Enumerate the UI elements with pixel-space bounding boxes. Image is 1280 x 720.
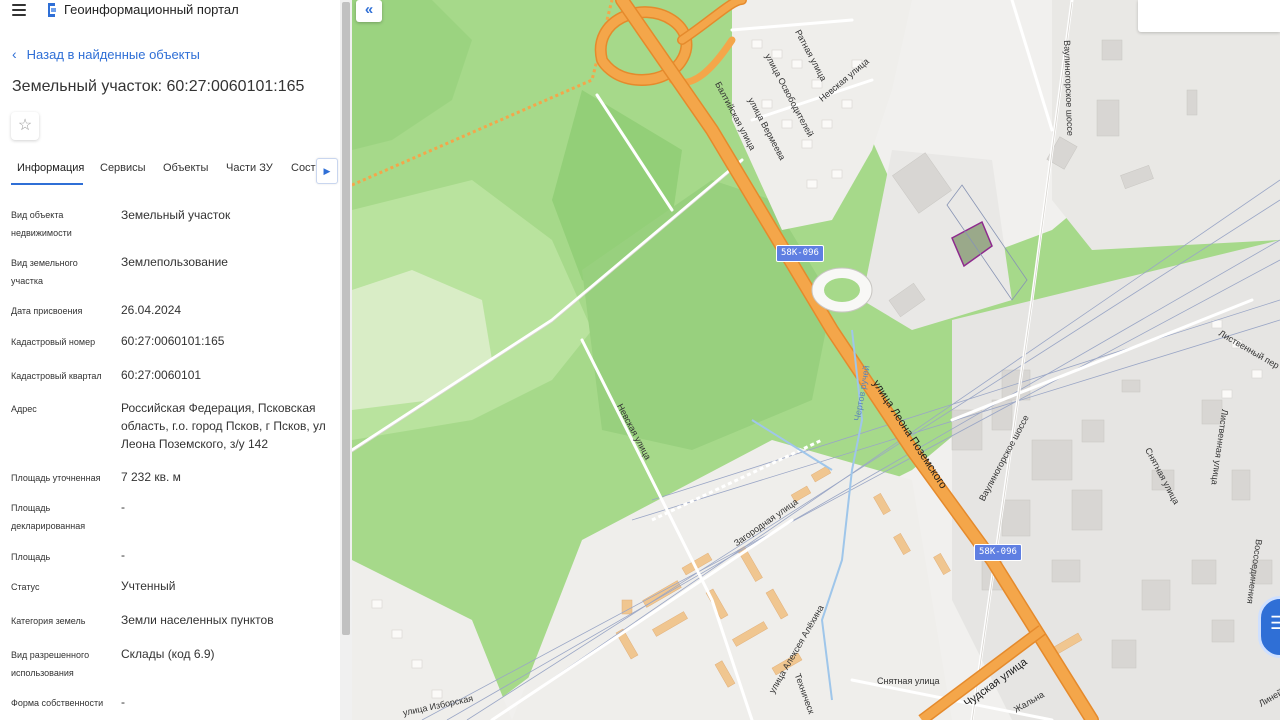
attr-label-assign-date: Дата присвоения — [11, 306, 83, 316]
chat-glyph: ☰ — [1270, 613, 1280, 633]
info-tabs: Информация Сервисы Объекты Части ЗУ Сост… — [0, 154, 340, 186]
chevron-left-icon: ‹ — [12, 46, 17, 62]
attr-label-ownership: Форма собственности — [11, 698, 104, 708]
tab-services[interactable]: Сервисы — [100, 162, 146, 174]
tab-objects[interactable]: Объекты — [163, 162, 208, 174]
attr-label-land-category: Категория земель — [11, 616, 86, 626]
tab-information[interactable]: Информация — [17, 162, 84, 174]
attr-value-cadastral-quarter: 60:27:0060101 — [121, 368, 202, 382]
roundabout-center — [824, 278, 860, 302]
attr-value-area-declared: - — [121, 500, 125, 514]
attr-label-area-declared: Площадь декларированная — [11, 503, 86, 531]
star-outline-icon[interactable]: ☆ — [11, 112, 39, 140]
map-search-box[interactable] — [1138, 0, 1280, 32]
attr-label-cadastral-quarter: Кадастровый квартал — [11, 371, 102, 381]
object-info-panel: Геоинформационный портал ‹ Назад в найден… — [0, 0, 340, 720]
attr-label-area: Площадь — [11, 552, 51, 562]
attr-value-land-category: Земли населенных пунктов — [121, 613, 274, 627]
attr-value-permitted-use: Склады (код 6.9) — [121, 647, 215, 661]
attr-value-ownership: - — [121, 695, 125, 709]
attr-label-area-specified: Площадь уточненная — [11, 473, 101, 483]
attr-value-address: Российская Федерация, Псковская область,… — [121, 401, 326, 451]
object-title: Земельный участок: 60:27:0060101:165 — [12, 78, 305, 95]
road-number-badge: 58К-096 — [776, 245, 824, 262]
attr-label-cadastral-number: Кадастровый номер — [11, 337, 96, 347]
back-link-label: Назад в найденные объекты — [26, 47, 200, 62]
attr-label-permitted-use: Вид разрешенного использования — [11, 650, 90, 678]
attr-value-object-type: Земельный участок — [121, 208, 231, 222]
street-label-snyatnaya: Снятная улица — [877, 676, 940, 686]
scrollbar-thumb[interactable] — [342, 2, 350, 635]
chat-bubble-icon[interactable]: ☰ — [1258, 596, 1280, 658]
active-tab-indicator — [11, 183, 83, 185]
map-view[interactable]: 58К-096 58К-096 улица Леона Поземского В… — [352, 0, 1280, 720]
portal-logo-icon — [48, 3, 56, 17]
attr-value-status: Учтенный — [121, 579, 176, 593]
attr-value-parcel-type: Землепользование — [121, 255, 228, 269]
attr-label-address: Адрес — [11, 404, 37, 414]
portal-title: Геоинформационный портал — [64, 2, 239, 17]
back-to-results-link[interactable]: ‹ Назад в найденные объекты — [12, 46, 200, 62]
attr-label-status: Статус — [11, 582, 40, 592]
attr-label-parcel-type: Вид земельного участка — [11, 258, 78, 286]
attr-value-assign-date: 26.04.2024 — [121, 303, 182, 317]
double-chevron-left-icon[interactable]: « — [356, 0, 382, 22]
tab-parts[interactable]: Части ЗУ — [226, 162, 273, 174]
road-number-badge-2: 58К-096 — [974, 544, 1022, 561]
industrial-north-east — [1052, 0, 1280, 250]
attr-value-area: - — [121, 548, 125, 562]
attr-value-area-specified: 7 232 кв. м — [121, 470, 181, 484]
panel-scrollbar[interactable] — [340, 0, 352, 720]
chevron-right-icon[interactable]: ▶ — [316, 158, 338, 184]
attr-label-object-type: Вид объекта недвижимости — [11, 210, 72, 238]
hamburger-menu-icon[interactable] — [12, 4, 26, 16]
portal-header: Геоинформационный портал — [0, 0, 340, 22]
attr-value-cadastral-number: 60:27:0060101:165 — [121, 334, 225, 348]
